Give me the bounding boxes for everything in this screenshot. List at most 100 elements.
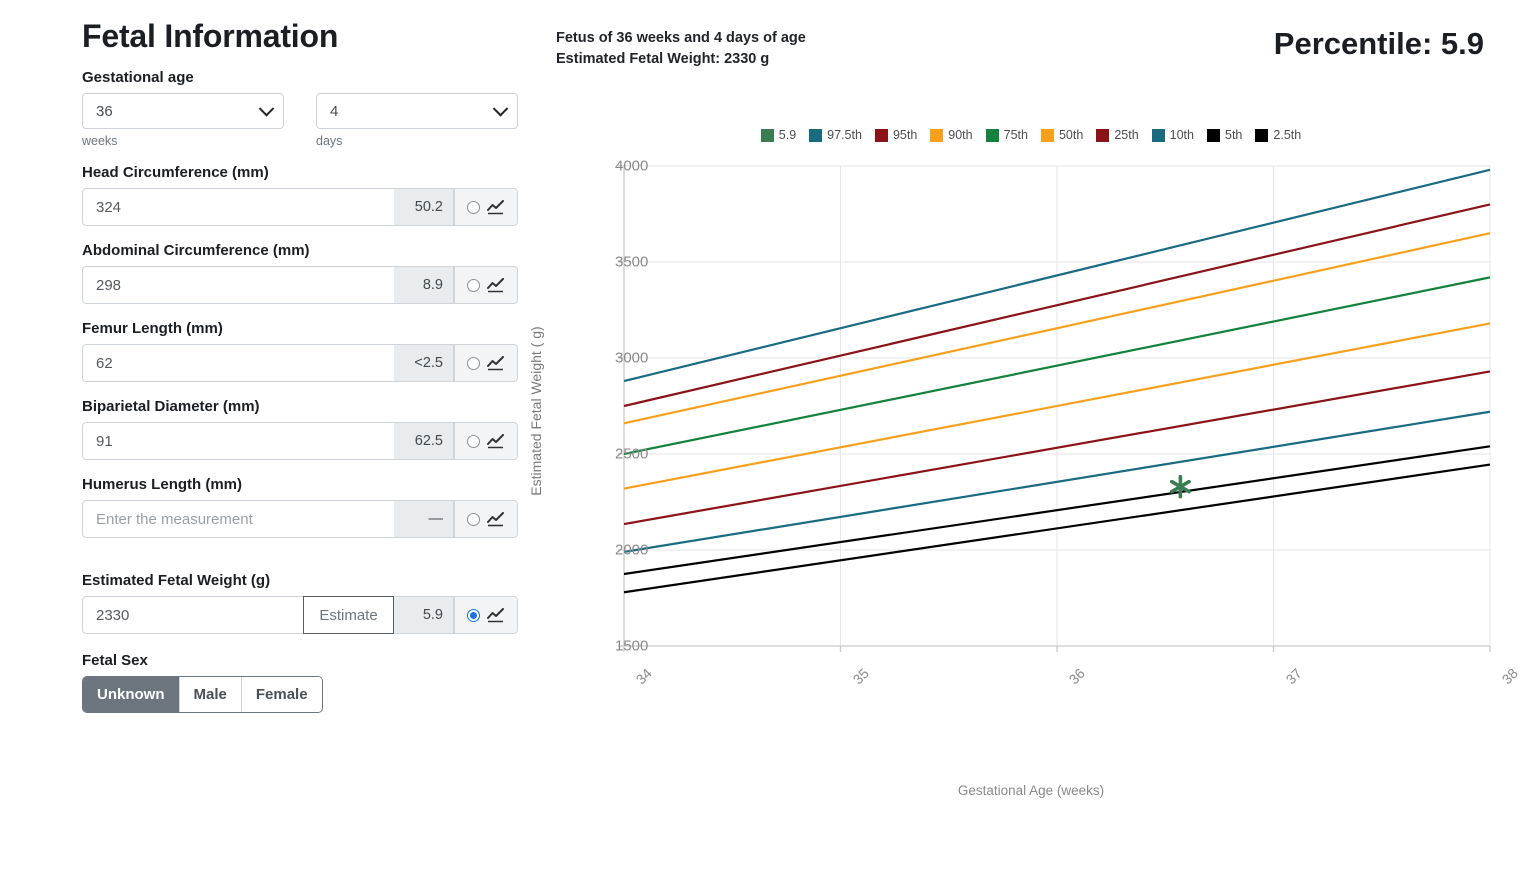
- gestational-age-days-group: 4 days: [316, 93, 518, 148]
- measurement-block: Abdominal Circumference (mm) 298 8.9: [82, 242, 542, 304]
- legend-item[interactable]: 75th: [985, 128, 1028, 142]
- legend-label: 2.5th: [1273, 128, 1302, 142]
- measurement-chart-toggle[interactable]: [454, 500, 518, 538]
- efw-percentile-value: 5.9: [394, 596, 454, 634]
- measurement-chart-toggle[interactable]: [454, 422, 518, 460]
- measurement-radio[interactable]: [467, 200, 480, 214]
- legend-swatch-icon: [1151, 128, 1165, 142]
- legend-item[interactable]: 5.9: [760, 128, 796, 142]
- fetal-sex-option-female[interactable]: Female: [241, 677, 322, 712]
- efw-input[interactable]: 2330: [82, 596, 303, 634]
- line-chart-icon[interactable]: [487, 277, 505, 293]
- legend-swatch-icon: [985, 128, 999, 142]
- y-tick-label: 2500: [615, 445, 649, 463]
- legend-item[interactable]: 5th: [1207, 128, 1242, 142]
- measurement-input-group: Enter the measurement —: [82, 500, 518, 538]
- measurement-input-group: 298 8.9: [82, 266, 518, 304]
- legend-swatch-icon: [1040, 128, 1054, 142]
- legend-swatch-icon: [809, 128, 823, 142]
- chevron-down-icon: [258, 101, 275, 117]
- legend-swatch-icon: [874, 128, 888, 142]
- legend-item[interactable]: 10th: [1151, 128, 1194, 142]
- legend-label: 10th: [1169, 128, 1194, 142]
- legend-label: 97.5th: [827, 128, 862, 142]
- measurement-input[interactable]: 298: [82, 266, 394, 304]
- measurement-radio[interactable]: [467, 512, 480, 526]
- gestational-age-days-select[interactable]: 4: [316, 93, 518, 129]
- weeks-value: 36: [96, 102, 113, 120]
- line-chart-icon[interactable]: [487, 511, 505, 527]
- fetal-sex-option-unknown[interactable]: Unknown: [83, 677, 180, 712]
- measurement-radio[interactable]: [467, 434, 480, 448]
- growth-chart: 5.9 97.5th 95th 90th 75th 50th 25th 10th 5th 2.5t…: [528, 128, 1521, 828]
- measurement-chart-toggle[interactable]: [454, 266, 518, 304]
- fetal-sex-button-group: Unknown Male Female: [82, 676, 323, 713]
- measurement-block: Humerus Length (mm) Enter the measurement…: [82, 476, 542, 538]
- legend-item[interactable]: 50th: [1040, 128, 1084, 142]
- measurement-input[interactable]: Enter the measurement: [82, 500, 394, 538]
- measurement-percentile-value: 62.5: [394, 422, 454, 460]
- y-tick-label: 3000: [615, 349, 649, 367]
- measurement-input[interactable]: 324: [82, 188, 394, 226]
- fetus-weight-line: Estimated Fetal Weight: 2330 g: [556, 51, 770, 68]
- measurement-label: Head Circumference (mm): [82, 164, 269, 181]
- days-sublabel: days: [316, 134, 343, 148]
- fetus-age-line: Fetus of 36 weeks and 4 days of age: [556, 30, 806, 46]
- legend-item[interactable]: 2.5th: [1255, 128, 1301, 142]
- efw-chart-toggle[interactable]: [454, 596, 518, 634]
- fetal-sex-label: Fetal Sex: [82, 652, 148, 669]
- measurement-chart-toggle[interactable]: [454, 188, 518, 226]
- measurement-percentile-value: —: [394, 500, 454, 538]
- legend-label: 50th: [1058, 128, 1084, 142]
- y-tick-label: 2000: [615, 541, 649, 559]
- chevron-down-icon: [492, 101, 509, 117]
- gestational-age-label: Gestational age: [82, 69, 194, 86]
- measurement-percentile-value: 8.9: [394, 266, 454, 304]
- y-tick-label: 3500: [615, 253, 649, 271]
- legend-label: 95th: [892, 128, 918, 142]
- gestational-age-weeks-select[interactable]: 36: [82, 93, 284, 129]
- line-chart-icon[interactable]: [487, 433, 505, 449]
- measurement-input-group: 324 50.2: [82, 188, 518, 226]
- page-title: Fetal Information: [82, 18, 339, 54]
- measurement-label: Humerus Length (mm): [82, 476, 243, 493]
- efw-input-group: 2330 Estimate 5.9: [82, 596, 518, 634]
- measurement-radio[interactable]: [467, 278, 480, 292]
- measurement-percentile-value: 50.2: [394, 188, 454, 226]
- legend-label: 25th: [1114, 128, 1139, 142]
- measurement-chart-toggle[interactable]: [454, 344, 518, 382]
- line-chart-icon[interactable]: [487, 607, 505, 623]
- fetal-sex-block: Fetal Sex Unknown Male Female: [82, 652, 542, 713]
- measurement-percentile-value: <2.5: [394, 344, 454, 382]
- gestational-age-weeks-group: 36 weeks: [82, 93, 284, 148]
- legend-item[interactable]: 95th: [874, 128, 918, 142]
- gestational-age-row: 36 weeks 4 days: [82, 93, 542, 148]
- efw-label: Estimated Fetal Weight (g): [82, 572, 271, 589]
- weeks-sublabel: weeks: [82, 134, 118, 148]
- legend-item[interactable]: 90th: [930, 128, 973, 142]
- measurement-label: Abdominal Circumference (mm): [82, 242, 310, 259]
- line-chart-icon[interactable]: [487, 199, 505, 215]
- legend-swatch-icon: [1096, 128, 1110, 142]
- efw-radio-selected[interactable]: [467, 608, 480, 622]
- estimated-fetal-weight-block: Estimated Fetal Weight (g) 2330 Estimate…: [82, 572, 542, 634]
- measurement-input-group: 62 <2.5: [82, 344, 518, 382]
- measurement-block: Femur Length (mm) 62 <2.5: [82, 320, 542, 382]
- estimate-button[interactable]: Estimate: [303, 596, 394, 634]
- measurement-radio[interactable]: [467, 356, 480, 370]
- measurement-input[interactable]: 91: [82, 422, 394, 460]
- x-axis-label: Gestational Age (weeks): [957, 783, 1105, 798]
- legend-item[interactable]: 25th: [1096, 128, 1139, 142]
- plot-area: Estimated Fetal Weight ( g) 1500 2000 2500…: [528, 156, 1521, 688]
- legend-swatch-icon: [930, 128, 944, 142]
- measurement-input[interactable]: 62: [82, 344, 394, 382]
- measurement-label: Biparietal Diameter (mm): [82, 398, 260, 415]
- legend-label: 90th: [948, 128, 973, 142]
- legend-item[interactable]: 97.5th: [809, 128, 862, 142]
- y-axis-label: Estimated Fetal Weight ( g): [528, 326, 544, 496]
- line-chart-icon[interactable]: [487, 355, 505, 371]
- fetal-sex-option-male[interactable]: Male: [179, 677, 242, 712]
- chart-legend: 5.9 97.5th 95th 90th 75th 50th 25th 10th 5th 2.5t…: [556, 128, 1506, 142]
- measurement-block: Biparietal Diameter (mm) 91 62.5: [82, 398, 542, 460]
- legend-label: 5th: [1225, 128, 1243, 142]
